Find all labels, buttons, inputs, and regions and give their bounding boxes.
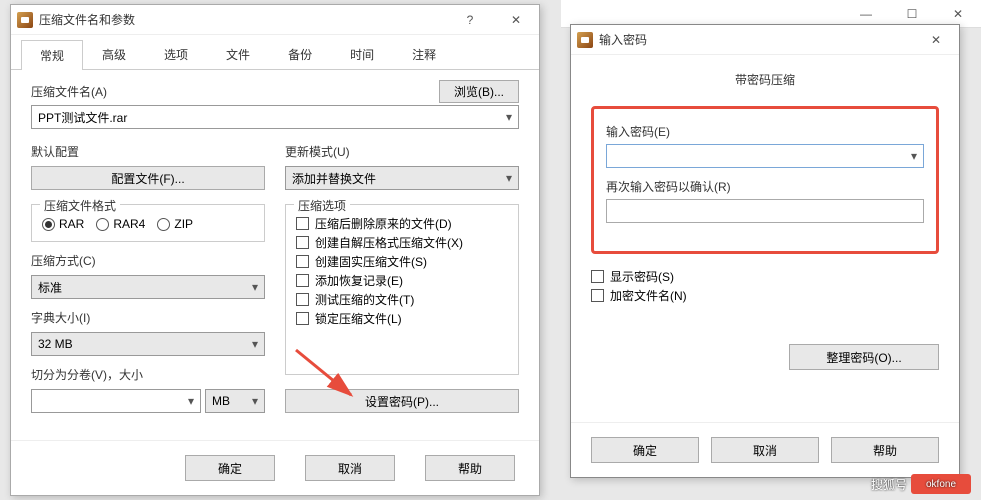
help-button[interactable]: ? xyxy=(447,5,493,35)
compress-options-fieldset: 压缩选项 压缩后删除原来的文件(D) 创建自解压格式压缩文件(X) 创建固实压缩… xyxy=(285,204,519,375)
dialog-body: 压缩文件名(A) 浏览(B)... PPT测试文件.rar ▾ 默认配置 配置文… xyxy=(11,70,539,440)
cancel-button[interactable]: 取消 xyxy=(305,455,395,481)
password-subtitle: 带密码压缩 xyxy=(571,55,959,96)
opt-test[interactable]: 测试压缩的文件(T) xyxy=(296,291,508,308)
confirm-password-label: 再次输入密码以确认(R) xyxy=(606,178,924,195)
split-unit-select[interactable]: MB▾ xyxy=(205,389,265,413)
tab-files[interactable]: 文件 xyxy=(207,39,269,69)
chevron-down-icon: ▾ xyxy=(911,149,917,163)
update-mode-select[interactable]: 添加并替换文件▾ xyxy=(285,166,519,190)
split-size-input[interactable]: ▾ xyxy=(31,389,201,413)
tab-comment[interactable]: 注释 xyxy=(393,39,455,69)
left-column: 默认配置 配置文件(F)... 压缩文件格式 RAR RAR4 ZIP 压缩方式… xyxy=(31,139,265,413)
opt-lock[interactable]: 锁定压缩文件(L) xyxy=(296,310,508,327)
dictionary-size-label: 字典大小(I) xyxy=(31,309,265,326)
chevron-down-icon: ▾ xyxy=(506,171,512,185)
titlebar: 输入密码 ✕ xyxy=(571,25,959,55)
browse-button[interactable]: 浏览(B)... xyxy=(439,80,519,103)
show-password-checkbox[interactable]: 显示密码(S) xyxy=(591,268,939,285)
cancel-button[interactable]: 取消 xyxy=(711,437,819,463)
set-password-button[interactable]: 设置密码(P)... xyxy=(285,389,519,413)
app-icon xyxy=(577,32,593,48)
ok-button[interactable]: 确定 xyxy=(185,455,275,481)
format-fieldset: 压缩文件格式 RAR RAR4 ZIP xyxy=(31,204,265,242)
tab-advanced[interactable]: 高级 xyxy=(83,39,145,69)
compression-method-select[interactable]: 标准▾ xyxy=(31,275,265,299)
tab-general[interactable]: 常规 xyxy=(21,40,83,70)
chevron-down-icon: ▾ xyxy=(252,280,258,294)
encrypt-filenames-checkbox[interactable]: 加密文件名(N) xyxy=(591,287,939,304)
default-config-label: 默认配置 xyxy=(31,143,265,160)
help-button[interactable]: 帮助 xyxy=(831,437,939,463)
tab-time[interactable]: 时间 xyxy=(331,39,393,69)
chevron-down-icon: ▾ xyxy=(252,337,258,351)
format-legend: 压缩文件格式 xyxy=(40,197,120,214)
watermark-text: 搜狐号 xyxy=(871,476,907,493)
opt-delete-after[interactable]: 压缩后删除原来的文件(D) xyxy=(296,215,508,232)
archive-name-label: 压缩文件名(A) xyxy=(31,83,439,100)
opt-solid[interactable]: 创建固实压缩文件(S) xyxy=(296,253,508,270)
dialog-title: 输入密码 xyxy=(599,31,913,48)
radio-zip[interactable]: ZIP xyxy=(157,217,193,231)
password-label: 输入密码(E) xyxy=(606,123,924,140)
watermark: 搜狐号 okfone xyxy=(871,474,971,494)
dialog-title: 压缩文件名和参数 xyxy=(39,11,447,28)
dialog-footer: 确定 取消 帮助 xyxy=(571,422,959,477)
dictionary-size-select[interactable]: 32 MB▾ xyxy=(31,332,265,356)
compress-options-legend: 压缩选项 xyxy=(294,197,350,214)
right-column: 更新模式(U) 添加并替换文件▾ 压缩选项 压缩后删除原来的文件(D) 创建自解… xyxy=(285,139,519,413)
ok-button[interactable]: 确定 xyxy=(591,437,699,463)
password-highlight-box: 输入密码(E) ▾ 再次输入密码以确认(R) xyxy=(591,106,939,254)
radio-rar[interactable]: RAR xyxy=(42,217,84,231)
app-icon xyxy=(17,12,33,28)
dialog-footer: 确定 取消 帮助 xyxy=(11,440,539,495)
chevron-down-icon: ▾ xyxy=(252,394,258,408)
split-volumes-label: 切分为分卷(V)，大小 xyxy=(31,366,265,383)
config-file-button[interactable]: 配置文件(F)... xyxy=(31,166,265,190)
opt-recovery[interactable]: 添加恢复记录(E) xyxy=(296,272,508,289)
archive-name-value: PPT测试文件.rar xyxy=(38,109,127,126)
password-content: 输入密码(E) ▾ 再次输入密码以确认(R) 显示密码(S) 加密文件名(N) … xyxy=(571,96,959,422)
password-input[interactable]: ▾ xyxy=(606,144,924,168)
update-mode-label: 更新模式(U) xyxy=(285,143,519,160)
tab-options[interactable]: 选项 xyxy=(145,39,207,69)
radio-rar4[interactable]: RAR4 xyxy=(96,217,145,231)
tab-bar: 常规 高级 选项 文件 备份 时间 注释 xyxy=(11,35,539,70)
opt-sfx[interactable]: 创建自解压格式压缩文件(X) xyxy=(296,234,508,251)
confirm-password-input[interactable] xyxy=(606,199,924,223)
archive-name-input[interactable]: PPT测试文件.rar ▾ xyxy=(31,105,519,129)
compression-method-label: 压缩方式(C) xyxy=(31,252,265,269)
titlebar: 压缩文件名和参数 ? ✕ xyxy=(11,5,539,35)
tab-backup[interactable]: 备份 xyxy=(269,39,331,69)
chevron-down-icon: ▾ xyxy=(506,110,512,124)
close-button[interactable]: ✕ xyxy=(493,5,539,35)
help-button[interactable]: 帮助 xyxy=(425,455,515,481)
organize-passwords-button[interactable]: 整理密码(O)... xyxy=(789,344,939,370)
archive-settings-dialog: 压缩文件名和参数 ? ✕ 常规 高级 选项 文件 备份 时间 注释 压缩文件名(… xyxy=(10,4,540,496)
watermark-logo: okfone xyxy=(911,474,971,494)
password-dialog: 输入密码 ✕ 带密码压缩 输入密码(E) ▾ 再次输入密码以确认(R) 显示密码… xyxy=(570,24,960,478)
chevron-down-icon: ▾ xyxy=(188,394,194,408)
close-button[interactable]: ✕ xyxy=(913,25,959,55)
